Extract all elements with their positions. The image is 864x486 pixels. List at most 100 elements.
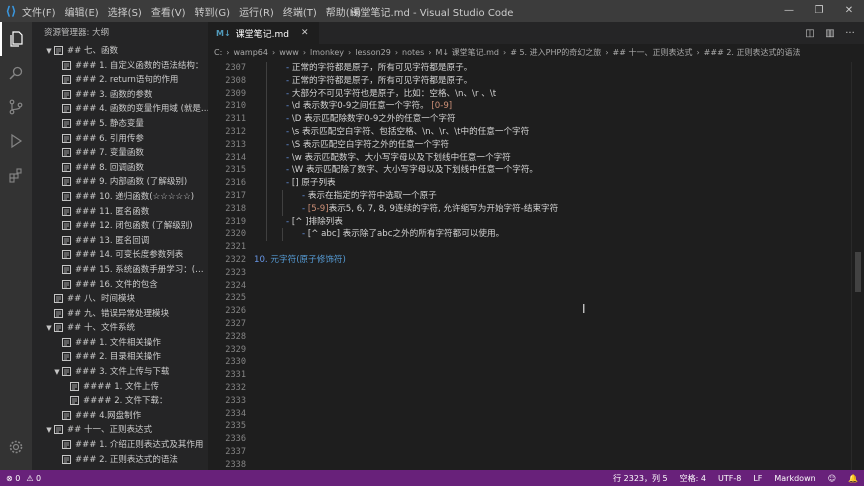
code-line[interactable]: 2322 10. 元字符(原子修饰符) (208, 254, 852, 267)
code-line[interactable]: 2310 - \d 表示数字0-9之间任意一个字符。 [0-9] (208, 100, 852, 114)
code-line[interactable]: 2321 (208, 241, 852, 254)
split-editor-icon[interactable]: ▥ (820, 28, 840, 39)
outline-item[interactable]: ### 2. return语句的作用 (32, 73, 208, 88)
outline-item[interactable]: ▼ ### 3. 文件上传与下载 (32, 365, 208, 380)
chevron-down-icon[interactable]: ▼ (52, 365, 62, 380)
outline-item[interactable]: ## 八、时间模块 (32, 292, 208, 307)
outline-item[interactable]: ## 九、错误异常处理模块 (32, 307, 208, 322)
extensions-icon[interactable] (0, 158, 32, 192)
code-line[interactable]: 2319 - [^ ]排除列表 (208, 215, 852, 229)
menu-item[interactable]: 文件(F) (22, 8, 56, 19)
outline-item[interactable]: ### 16. 文件的包含 (32, 278, 208, 293)
outline-item[interactable]: ### 2. 目录相关操作 (32, 350, 208, 365)
notifications-icon[interactable]: 🔔 (848, 474, 858, 483)
open-preview-icon[interactable]: ◫ (800, 28, 820, 39)
more-actions-icon[interactable]: ··· (840, 28, 860, 39)
close-icon[interactable]: ✕ (301, 28, 309, 38)
menu-item[interactable]: 运行(R) (239, 8, 274, 19)
vertical-scrollbar[interactable] (851, 62, 864, 470)
breadcrumb-item[interactable]: ## 十一、正则表达式 (613, 48, 693, 57)
code-line[interactable]: 2324 (208, 280, 852, 293)
outline-item[interactable]: ▼ ## 十、文件系统 (32, 321, 208, 336)
eol[interactable]: LF (753, 474, 762, 483)
outline-item[interactable]: ### 15. 系统函数手册学习：(… (32, 263, 208, 278)
breadcrumb-item[interactable]: wamp64 (233, 48, 268, 57)
encoding[interactable]: UTF-8 (718, 474, 741, 483)
code-line[interactable]: 2327 (208, 318, 852, 331)
run-debug-icon[interactable] (0, 124, 32, 158)
outline-item[interactable]: ▼ ## 七、函数 (32, 44, 208, 59)
code-line[interactable]: 2323 (208, 267, 852, 280)
outline-item[interactable]: ### 1. 文件相关操作 (32, 336, 208, 351)
chevron-down-icon[interactable]: ▼ (44, 321, 54, 336)
outline-item[interactable]: ### 2. 正则表达式的语法 (32, 453, 208, 468)
code-line[interactable]: 2330 (208, 356, 852, 369)
outline-item[interactable]: ### 11. 匿名函数 (32, 205, 208, 220)
code-editor[interactable]: 2307 - 正常的字符都是原子，所有可见字符都是原子。 2308 - 正常的字符都是… (208, 62, 852, 470)
breadcrumb-item[interactable]: # 5. 进入PHP的奇幻之旅 (510, 48, 601, 57)
code-line[interactable]: 2331 (208, 369, 852, 382)
feedback-icon[interactable]: ☺ (828, 474, 836, 483)
minimize-button[interactable]: — (774, 0, 804, 22)
breadcrumb-item[interactable]: lmonkey (310, 48, 344, 57)
outline-item[interactable]: ### 3. 函数的参数 (32, 88, 208, 103)
breadcrumb-item[interactable]: C: (214, 48, 222, 57)
cursor-position[interactable]: 行 2323，列 5 (613, 473, 668, 484)
chevron-down-icon[interactable]: ▼ (44, 44, 54, 59)
outline-item[interactable]: ### 4.网盘制作 (32, 409, 208, 424)
warnings-count[interactable]: ⚠ 0 (26, 474, 41, 483)
menu-item[interactable]: 帮助(H) (326, 8, 361, 19)
code-line[interactable]: 2307 - 正常的字符都是原子，所有可见字符都是原子。 (208, 62, 852, 75)
code-line[interactable]: 2332 (208, 382, 852, 395)
code-line[interactable]: 2326 (208, 305, 852, 318)
code-line[interactable]: 2338 (208, 459, 852, 470)
outline-item[interactable]: ### 7. 变量函数 (32, 146, 208, 161)
outline-item[interactable]: ### 1. 自定义函数的语法结构： (32, 59, 208, 74)
outline-item[interactable]: ### 12. 闭包函数 (了解级别) (32, 219, 208, 234)
source-control-icon[interactable] (0, 90, 32, 124)
outline-item[interactable]: #### 2. 文件下载： (32, 394, 208, 409)
outline-item[interactable]: ### 14. 可变长度参数列表 (32, 248, 208, 263)
code-line[interactable]: 2337 (208, 446, 852, 459)
code-line[interactable]: 2320 - [^ abc] 表示除了abc之外的所有字符都可以使用。 (208, 228, 852, 242)
menu-item[interactable]: 编辑(E) (65, 8, 99, 19)
code-line[interactable]: 2325 (208, 292, 852, 305)
language-mode[interactable]: Markdown (774, 474, 815, 483)
code-line[interactable]: 2316 - [] 原子列表 (208, 177, 852, 190)
tab-notes-md[interactable]: M↓ 课堂笔记.md ✕ (208, 22, 319, 44)
outline-item[interactable]: ### 4. 函数的变量作用域 (就是… (32, 102, 208, 117)
search-icon[interactable] (0, 56, 32, 90)
outline-item[interactable]: ### 9. 内部函数 (了解级别) (32, 175, 208, 190)
code-line[interactable]: 2315 - \W 表示匹配除了数字、大小写字母以及下划线中任意一个字符。 (208, 164, 852, 178)
outline-item[interactable]: ### 8. 回调函数 (32, 161, 208, 176)
outline-item[interactable]: ### 5. 静态变量 (32, 117, 208, 132)
indent-setting[interactable]: 空格: 4 (680, 473, 706, 484)
code-line[interactable]: 2335 (208, 420, 852, 433)
code-line[interactable]: 2311 - \D 表示匹配除数字0-9之外的任意一个字符 (208, 113, 852, 126)
code-line[interactable]: 2312 - \s 表示匹配空白字符、包括空格、\n、\r、\t中的任意一个字符 (208, 125, 852, 139)
outline-item[interactable]: ### 6. 引用传参 (32, 132, 208, 147)
breadcrumb-item[interactable]: M↓ 课堂笔记.md (435, 48, 499, 57)
outline-item[interactable]: ▼ ## 十一、正则表达式 (32, 423, 208, 438)
scrollbar-thumb[interactable] (855, 252, 861, 292)
code-line[interactable]: 2318 - [5-9]表示5, 6, 7, 8, 9连续的字符, 允许缩写为开始… (208, 202, 852, 216)
outline-item[interactable]: ### 10. 递归函数(☆☆☆☆☆) (32, 190, 208, 205)
code-line[interactable]: 2314 - \w 表示匹配数字、大小写字母以及下划线中任意一个字符 (208, 151, 852, 165)
menu-item[interactable]: 终端(T) (283, 8, 317, 19)
code-line[interactable]: 2328 (208, 331, 852, 344)
files-icon[interactable] (0, 22, 32, 56)
code-line[interactable]: 2309 - 大部分不可见字符也是原子，比如：空格、\n、\r 、\t (208, 87, 852, 101)
menu-item[interactable]: 查看(V) (151, 8, 186, 19)
breadcrumb-item[interactable]: ### 2. 正则表达式的语法 (704, 48, 801, 57)
code-line[interactable]: 2317 - 表示在指定的字符中选取一个原子 (208, 189, 852, 203)
breadcrumb-item[interactable]: lesson29 (355, 48, 391, 57)
outline-item[interactable]: ### 13. 匿名回调 (32, 234, 208, 249)
chevron-down-icon[interactable]: ▼ (44, 423, 54, 438)
code-line[interactable]: 2334 (208, 408, 852, 421)
outline-item[interactable]: #### 1. 文件上传 (32, 380, 208, 395)
errors-count[interactable]: ⊗ 0 (6, 474, 20, 483)
code-line[interactable]: 2308 - 正常的字符都是原子，所有可见字符都是原子。 (208, 74, 852, 88)
code-line[interactable]: 2336 (208, 433, 852, 446)
menu-item[interactable]: 选择(S) (108, 8, 142, 19)
code-line[interactable]: 2333 (208, 395, 852, 408)
